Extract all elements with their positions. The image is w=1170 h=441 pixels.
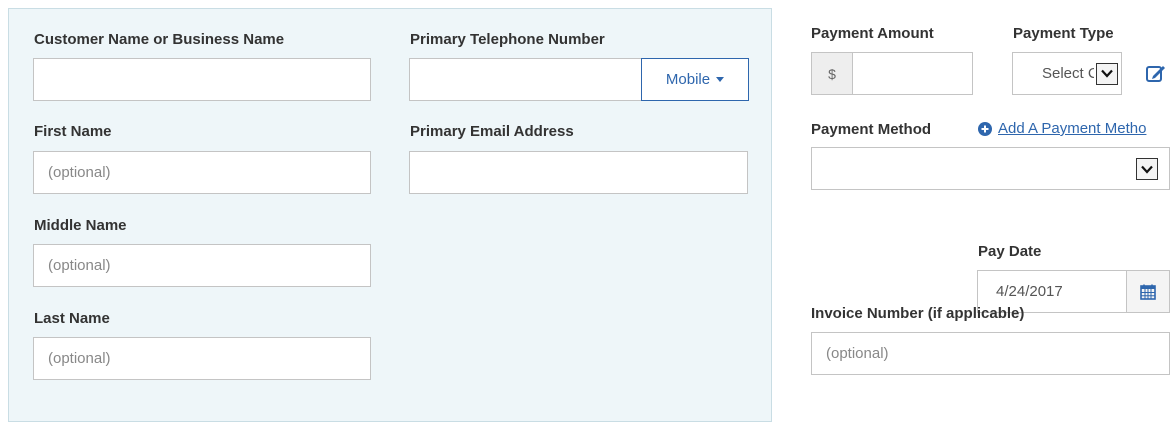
payment-type-label: Payment Type xyxy=(1013,25,1114,42)
email-label: Primary Email Address xyxy=(410,123,574,140)
payment-type-select[interactable]: Select C xyxy=(1012,52,1122,95)
pay-date-value: 4/24/2017 xyxy=(996,283,1063,300)
pay-date-label: Pay Date xyxy=(978,243,1042,260)
first-name-placeholder: (optional) xyxy=(48,164,111,181)
chevron-down-icon xyxy=(1136,158,1158,180)
payment-method-label: Payment Method xyxy=(811,121,932,138)
currency-addon: $ xyxy=(811,52,853,95)
customer-name-label: Customer Name or Business Name xyxy=(34,31,285,48)
phone-type-dropdown-button[interactable]: Mobile xyxy=(641,58,749,101)
add-payment-method-link[interactable]: Add A Payment Metho xyxy=(998,120,1146,137)
first-name-input[interactable]: (optional) xyxy=(33,151,371,194)
phone-input[interactable] xyxy=(409,58,642,101)
calendar-button[interactable] xyxy=(1126,270,1170,313)
invoice-number-label: Invoice Number (if applicable) xyxy=(811,305,1025,322)
payment-method-select[interactable] xyxy=(811,147,1170,190)
invoice-number-placeholder: (optional) xyxy=(826,345,889,362)
invoice-number-input[interactable]: (optional) xyxy=(811,332,1170,375)
middle-name-input[interactable]: (optional) xyxy=(33,244,371,287)
payment-type-value: Select C xyxy=(1042,65,1094,82)
payment-amount-input[interactable] xyxy=(852,52,973,95)
last-name-input[interactable]: (optional) xyxy=(33,337,371,380)
payment-amount-label: Payment Amount xyxy=(811,25,934,42)
middle-name-label: Middle Name xyxy=(34,217,127,234)
first-name-label: First Name xyxy=(34,123,112,140)
edit-icon[interactable] xyxy=(1145,62,1167,84)
last-name-placeholder: (optional) xyxy=(48,350,111,367)
chevron-down-icon xyxy=(1096,62,1118,85)
phone-type-label: Mobile xyxy=(665,71,711,88)
plus-circle-icon[interactable] xyxy=(978,122,992,136)
calendar-icon xyxy=(1140,284,1156,300)
currency-symbol: $ xyxy=(828,65,836,82)
phone-label: Primary Telephone Number xyxy=(410,31,605,48)
caret-down-icon xyxy=(716,77,725,82)
customer-name-input[interactable] xyxy=(33,58,371,101)
middle-name-placeholder: (optional) xyxy=(48,257,111,274)
email-input[interactable] xyxy=(409,151,748,194)
last-name-label: Last Name xyxy=(34,310,110,327)
